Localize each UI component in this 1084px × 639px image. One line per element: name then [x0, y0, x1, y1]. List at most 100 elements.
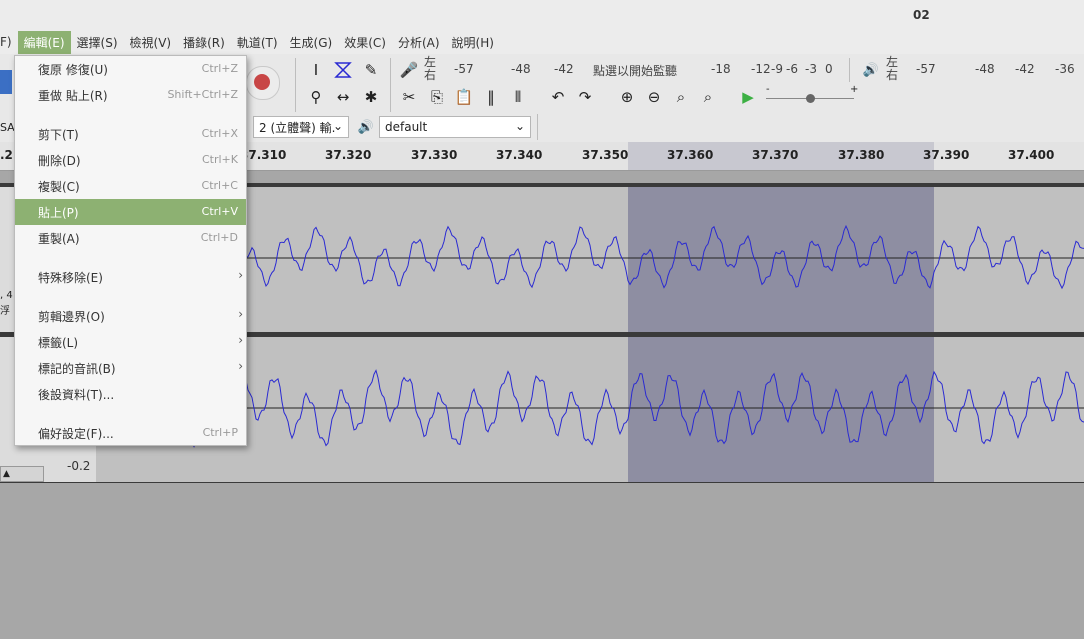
menu-separator — [15, 412, 246, 413]
zoom-out-icon[interactable]: ⊖ — [642, 85, 666, 109]
copy-icon[interactable]: ⎘ — [425, 85, 449, 109]
menu-separator — [15, 114, 246, 115]
menu-item-redo[interactable]: 重做 貼上(R) Shift+Ctrl+Z — [15, 82, 246, 108]
microphone-icon[interactable]: 🎤 — [397, 58, 421, 82]
ruler-tick: 37.390 — [923, 148, 970, 162]
ruler-tick: 37.340 — [496, 148, 543, 162]
record-meter-tick: -6 — [786, 62, 798, 76]
menu-item-label: 標籤(L) — [38, 336, 79, 350]
record-meter-tick: -42 — [554, 62, 574, 76]
ruler-tick: 37.330 — [411, 148, 458, 162]
pause-icon[interactable] — [0, 70, 12, 94]
menu-item-label: 剪下(T) — [38, 128, 79, 142]
channels-select[interactable]: 2 (立體聲) 輸. ⌄ — [253, 116, 349, 138]
play-meter-tick: -57 — [916, 62, 936, 76]
selection-tool-icon[interactable]: I — [304, 58, 328, 82]
envelope-tool-icon[interactable] — [331, 58, 355, 82]
menu-item-shortcut: Ctrl+K — [201, 153, 238, 166]
menu-item-label: 特殊移除(E) — [38, 271, 103, 285]
ruler-tick: 37.380 — [838, 148, 885, 162]
menu-select[interactable]: 選擇(S) — [71, 31, 124, 54]
undo-icon[interactable]: ↶ — [546, 85, 570, 109]
menu-transport[interactable]: 播錄(R) — [177, 31, 231, 54]
speed-slider[interactable]: - + — [766, 84, 858, 108]
multi-tool-icon[interactable]: ✱ — [359, 85, 383, 109]
menu-item-shortcut: Ctrl+D — [200, 231, 238, 244]
menu-analyze[interactable]: 分析(A) — [392, 31, 446, 54]
menu-item-labeled-audio[interactable]: 標記的音訊(B) › — [15, 355, 246, 381]
speed-slider-thumb[interactable] — [806, 94, 815, 103]
play-meter-tick: -36 — [1055, 62, 1075, 76]
host-fragment: SA — [0, 121, 15, 134]
menu-item-shortcut: Ctrl+P — [202, 426, 238, 439]
menu-bar: F) 編輯(E) 選擇(S) 檢視(V) 播錄(R) 軌道(T) 生成(G) 效… — [0, 30, 1084, 54]
menu-item-delete[interactable]: 刪除(D) Ctrl+K — [15, 147, 246, 173]
menu-help[interactable]: 說明(H) — [446, 31, 500, 54]
silence-icon[interactable]: ⫴ — [506, 85, 530, 109]
record-icon — [254, 74, 270, 90]
toolbar-separator — [295, 58, 296, 112]
speaker-icon[interactable]: 🔊 — [859, 58, 883, 82]
paste-icon[interactable]: 📋 — [452, 85, 476, 109]
fit-selection-icon[interactable]: ⌕ — [669, 85, 693, 109]
menu-tracks[interactable]: 軌道(T) — [231, 31, 284, 54]
record-meter-tick: -3 — [805, 62, 817, 76]
menu-view[interactable]: 檢視(V) — [124, 31, 178, 54]
speaker-icon: 🔊 — [357, 119, 375, 135]
menu-item-duplicate[interactable]: 重製(A) Ctrl+D — [15, 225, 246, 251]
cut-icon[interactable]: ✂ — [397, 85, 421, 109]
track-info-fragment: , 4 — [0, 290, 13, 301]
menu-item-shortcut: Ctrl+Z — [201, 62, 238, 75]
trim-icon[interactable]: ‖ — [479, 85, 503, 109]
menu-item-cut[interactable]: 剪下(T) Ctrl+X — [15, 121, 246, 147]
collapse-track-icon[interactable]: ▲ — [0, 466, 44, 482]
ruler-tick: 37.370 — [752, 148, 799, 162]
menu-item-label: 重製(A) — [38, 232, 80, 246]
menu-item-remove-special[interactable]: 特殊移除(E) › — [15, 264, 246, 290]
chevron-down-icon: ⌄ — [332, 119, 343, 133]
menu-item-shortcut: Ctrl+V — [201, 205, 238, 218]
output-device-value: default — [385, 120, 428, 134]
window-title: 02 — [913, 8, 930, 22]
play-at-speed-icon[interactable]: ▶ — [736, 85, 760, 109]
record-meter-tick: -18 — [711, 62, 731, 76]
toolbar-separator — [537, 114, 538, 140]
menu-item-shortcut: Ctrl+C — [201, 179, 238, 192]
menu-effect[interactable]: 效果(C) — [338, 31, 392, 54]
menu-item-metadata[interactable]: 後設資料(T)... — [15, 381, 246, 407]
fit-project-icon[interactable]: ⌕ — [696, 85, 720, 109]
menu-item-paste[interactable]: 貼上(P) Ctrl+V — [15, 199, 246, 225]
menu-item-label: 貼上(P) — [38, 206, 79, 220]
speed-slider-plus: + — [850, 84, 859, 95]
speed-slider-minus: - — [766, 84, 770, 95]
menu-item-label: 偏好設定(F)... — [38, 427, 114, 441]
menu-item-preferences[interactable]: 偏好設定(F)... Ctrl+P — [15, 420, 246, 446]
record-meter-tick: -57 — [454, 62, 474, 76]
menu-item-undo[interactable]: 復原 修復(U) Ctrl+Z — [15, 56, 246, 82]
zoom-in-icon[interactable]: ⊕ — [615, 85, 639, 109]
ruler-tick: 37.360 — [667, 148, 714, 162]
menu-item-shortcut: Ctrl+X — [201, 127, 238, 140]
menu-item-label: 剪輯邊界(O) — [38, 310, 105, 324]
menu-generate[interactable]: 生成(G) — [284, 31, 339, 54]
menu-item-labels[interactable]: 標籤(L) › — [15, 329, 246, 355]
chevron-right-icon: › — [238, 307, 243, 321]
record-meter-prompt[interactable]: 點選以開始監聽 — [593, 62, 677, 79]
output-device-select[interactable]: default ⌄ — [379, 116, 531, 138]
menu-item-copy[interactable]: 複製(C) Ctrl+C — [15, 173, 246, 199]
menu-file[interactable]: F) — [0, 32, 18, 52]
menu-item-label: 重做 貼上(R) — [38, 89, 108, 103]
ruler-tick: 37.320 — [325, 148, 372, 162]
menu-item-clip-boundaries[interactable]: 剪輯邊界(O) › — [15, 303, 246, 329]
redo-icon[interactable]: ↷ — [573, 85, 597, 109]
menu-item-label: 後設資料(T)... — [38, 388, 115, 402]
record-meter-tick: -48 — [511, 62, 531, 76]
chevron-right-icon: › — [238, 359, 243, 373]
draw-tool-icon[interactable]: ✎ — [359, 58, 383, 82]
zoom-tool-icon[interactable]: ⚲ — [304, 85, 328, 109]
timeshift-tool-icon[interactable]: ↔ — [331, 85, 355, 109]
channels-value: 2 (立體聲) 輸. — [259, 120, 336, 135]
ruler-tick: 37.400 — [1008, 148, 1055, 162]
menu-separator — [15, 256, 246, 257]
menu-edit[interactable]: 編輯(E) — [17, 30, 71, 54]
